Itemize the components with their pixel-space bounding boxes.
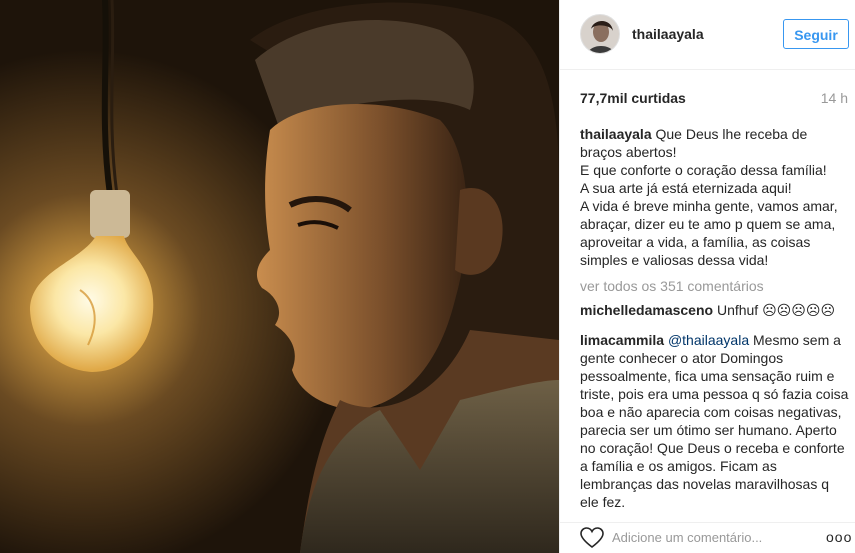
post-stats: 77,7mil curtidas 14 h (580, 90, 848, 108)
comments-list: thailaayala Que Deus lhe receba de braço… (580, 125, 850, 511)
avatar[interactable] (580, 14, 620, 54)
post-image[interactable] (0, 0, 559, 553)
user-avatar-icon (581, 15, 619, 53)
post-footer: ooo (560, 522, 855, 553)
views-count[interactable]: 77,7mil curtidas (580, 90, 686, 106)
post-header: thailaayala Seguir (560, 0, 855, 70)
more-options-icon[interactable]: ooo (826, 527, 851, 547)
comment-item: limacammila @thailaayala Mesmo sem a gen… (580, 331, 850, 511)
heart-icon[interactable] (580, 527, 604, 549)
post-side-panel: thailaayala Seguir 77,7mil curtidas 14 h… (559, 0, 855, 553)
comment-mention[interactable]: @thailaayala (668, 332, 749, 348)
comment-text: Unfhuf ☹☹☹☹☹ (716, 302, 836, 318)
comment-input[interactable] (612, 526, 792, 548)
comment-username[interactable]: limacammila (580, 332, 664, 348)
photo-of-man-beside-light-bulb (0, 0, 559, 553)
comment-text: Mesmo sem a gente conhecer o ator Doming… (580, 332, 849, 510)
caption-text: Que Deus lhe receba de braços abertos! E… (580, 126, 838, 268)
caption-username[interactable]: thailaayala (580, 126, 652, 142)
comment-username[interactable]: michelledamasceno (580, 302, 713, 318)
comment-item: michelledamasceno Unfhuf ☹☹☹☹☹ (580, 301, 850, 319)
view-all-comments-link[interactable]: ver todos os 351 comentários (580, 277, 850, 295)
caption: thailaayala Que Deus lhe receba de braço… (580, 125, 850, 269)
post-time[interactable]: 14 h (821, 90, 848, 106)
username[interactable]: thailaayala (632, 26, 704, 42)
follow-button[interactable]: Seguir (783, 19, 849, 49)
